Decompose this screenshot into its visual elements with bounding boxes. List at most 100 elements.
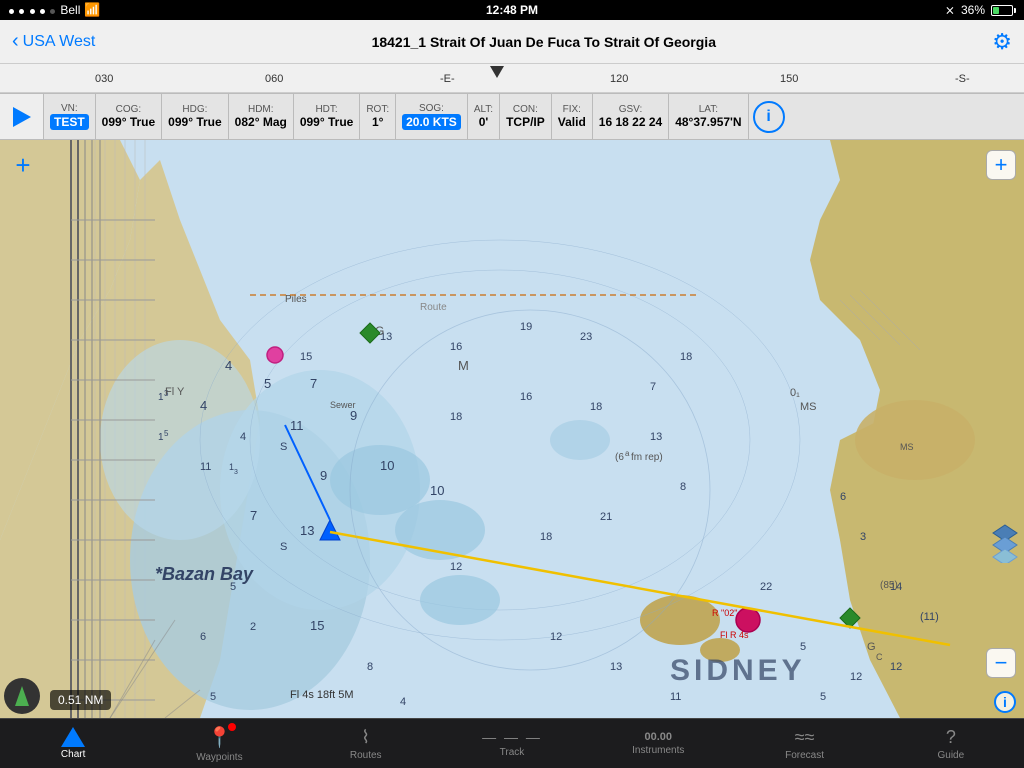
battery-icon: [991, 5, 1016, 16]
svg-text:MS: MS: [800, 401, 817, 413]
svg-text:Fl R 4s: Fl R 4s: [720, 630, 749, 640]
svg-text:0₁: 0₁: [790, 387, 800, 399]
data-strip: VN: TEST COG: 099° True HDG: 099° True H…: [0, 94, 1024, 140]
svg-text:9: 9: [350, 408, 357, 423]
cog-label: COG:: [116, 104, 142, 115]
tab-forecast[interactable]: ≈≈ Forecast: [731, 719, 877, 768]
tab-chart[interactable]: Chart: [0, 719, 146, 768]
svg-text:11: 11: [670, 691, 681, 703]
hdg-value: 099° True: [168, 115, 222, 129]
svg-text:S: S: [280, 541, 287, 553]
hdm-value: 082° Mag: [235, 115, 287, 129]
svg-text:Route: Route: [420, 302, 447, 313]
vn-label: VN:: [61, 103, 78, 114]
svg-text:10: 10: [380, 458, 394, 473]
info-button[interactable]: i: [753, 101, 785, 133]
bluetooth-icon: ⨯: [945, 3, 955, 17]
svg-text:19: 19: [520, 321, 532, 333]
svg-text:12: 12: [550, 631, 562, 643]
con-label: CON:: [513, 104, 538, 115]
svg-text:7: 7: [250, 508, 257, 523]
svg-text:5: 5: [820, 691, 826, 703]
sog-label: SOG:: [419, 103, 444, 114]
track-tab-label: Track: [500, 747, 525, 758]
svg-text:a: a: [625, 449, 630, 458]
fix-cell: FIX: Valid: [552, 94, 593, 140]
hdt-label: HDT:: [315, 104, 337, 115]
svg-text:2: 2: [250, 621, 256, 633]
status-time: 12:48 PM: [486, 3, 538, 17]
nautical-chart-svg: 15 13 16 19 23 18 16 18 7 18 13 8 21 18 …: [0, 140, 1024, 718]
svg-text:3: 3: [234, 469, 238, 476]
add-waypoint-button[interactable]: +: [8, 150, 38, 180]
routes-tab-icon: ⌇: [361, 727, 370, 748]
carrier-label: Bell: [60, 3, 80, 17]
svg-text:R "02": R "02": [712, 608, 737, 618]
hdm-label: HDM:: [248, 104, 274, 115]
back-button[interactable]: ‹ USA West: [12, 30, 95, 53]
layers-button[interactable]: [991, 523, 1019, 568]
svg-text:(11): (11): [920, 611, 939, 623]
svg-text:6: 6: [200, 631, 206, 643]
gsv-label: GSV:: [619, 104, 643, 115]
fix-value: Valid: [558, 115, 586, 129]
svg-text:16: 16: [520, 391, 532, 403]
svg-text:4: 4: [400, 696, 406, 708]
signal-dots: [8, 3, 56, 17]
svg-text:23: 23: [580, 331, 592, 343]
svg-text:15: 15: [300, 351, 312, 363]
tab-routes[interactable]: ⌇ Routes: [293, 719, 439, 768]
svg-text:5: 5: [210, 691, 216, 703]
svg-text:18: 18: [680, 351, 692, 363]
rot-value: 1°: [372, 115, 383, 129]
rot-cell: ROT: 1°: [360, 94, 396, 140]
carrier-signal: Bell 📶: [8, 2, 101, 18]
chart-tab-label: Chart: [61, 749, 85, 760]
ruler-bar: 030 060 -E- 120 150 -S-: [0, 64, 1024, 94]
cog-value: 099° True: [102, 115, 156, 129]
hdt-cell: HDT: 099° True: [294, 94, 361, 140]
svg-text:SIDNEY: SIDNEY: [670, 654, 806, 687]
chart-tab-icon: [61, 727, 85, 747]
instruments-tab-icon: 00.00: [645, 731, 673, 743]
alt-cell: ALT: 0': [468, 94, 500, 140]
cog-cell: COG: 099° True: [96, 94, 163, 140]
gsv-cell: GSV: 16 18 22 24: [593, 94, 669, 140]
tab-track[interactable]: ― ― ― Track: [439, 719, 585, 768]
settings-button[interactable]: ⚙: [992, 29, 1012, 55]
svg-text:15: 15: [310, 618, 324, 633]
instruments-tab-label: Instruments: [632, 745, 684, 756]
svg-text:16: 16: [450, 341, 462, 353]
waypoints-tab-label: Waypoints: [196, 752, 242, 763]
gps-compass-button[interactable]: [4, 678, 40, 714]
zoom-out-button[interactable]: −: [986, 648, 1016, 678]
svg-text:3: 3: [860, 531, 866, 543]
tab-guide[interactable]: ? Guide: [878, 719, 1024, 768]
status-bar: Bell 📶 12:48 PM ⨯ 36%: [0, 0, 1024, 20]
tab-instruments[interactable]: 00.00 Instruments: [585, 719, 731, 768]
svg-text:13: 13: [650, 431, 662, 443]
tab-waypoints[interactable]: 📍 Waypoints: [146, 719, 292, 768]
rot-label: ROT:: [366, 104, 389, 115]
zoom-in-button[interactable]: +: [986, 150, 1016, 180]
gsv-value: 16 18 22 24: [599, 115, 662, 129]
play-button[interactable]: [0, 94, 44, 140]
compass-north-icon: [15, 686, 29, 706]
svg-text:12: 12: [450, 561, 462, 573]
svg-text:12: 12: [890, 661, 902, 673]
fix-label: FIX:: [563, 104, 581, 115]
guide-tab-label: Guide: [937, 750, 964, 761]
svg-text:11: 11: [290, 418, 304, 433]
svg-text:8: 8: [680, 481, 686, 493]
routes-tab-label: Routes: [350, 750, 382, 761]
svg-text:13: 13: [610, 661, 622, 673]
svg-text:5: 5: [164, 429, 169, 438]
forecast-tab-label: Forecast: [785, 750, 824, 761]
guide-tab-icon: ?: [946, 727, 956, 748]
hdg-label: HDG:: [182, 104, 207, 115]
chart-info-button[interactable]: i: [994, 691, 1016, 713]
chart-area[interactable]: 15 13 16 19 23 18 16 18 7 18 13 8 21 18 …: [0, 140, 1024, 718]
svg-text:M: M: [458, 358, 469, 373]
svg-text:12: 12: [850, 671, 862, 683]
wp-dot: [228, 723, 236, 731]
